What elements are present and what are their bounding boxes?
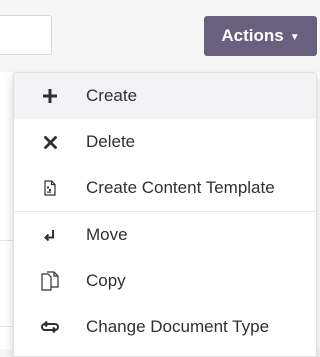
actions-button-label: Actions <box>221 26 284 45</box>
move-arrow-icon <box>14 212 86 258</box>
menu-item-change-document-type[interactable]: Change Document Type <box>14 304 316 350</box>
menu-item-label: Delete <box>86 132 136 151</box>
menu-item-copy[interactable]: Copy <box>14 258 316 304</box>
menu-item-create[interactable]: Create <box>14 73 316 119</box>
menu-item-move[interactable]: Move <box>14 212 316 258</box>
menu-item-label: Move <box>86 225 128 244</box>
menu-item-create-content-template[interactable]: Create Content Template <box>14 165 316 211</box>
actions-button[interactable]: Actions ▼ <box>204 16 317 56</box>
change-type-icon <box>14 304 86 350</box>
copy-icon <box>14 258 86 304</box>
menu-item-delete[interactable]: Delete <box>14 119 316 165</box>
menu-item-label: Create <box>86 86 138 105</box>
document-template-icon <box>14 165 86 211</box>
menu-item-label: Create Content Template <box>86 178 275 197</box>
x-icon <box>14 119 86 165</box>
plus-icon <box>14 73 86 119</box>
menu-item-label: Change Document Type <box>86 317 270 336</box>
actions-dropdown-menu: Create Delete Create Content Template Mo… <box>13 72 317 357</box>
caret-down-icon: ▼ <box>289 31 300 43</box>
search-input[interactable] <box>0 15 52 55</box>
top-bar: Actions ▼ <box>0 0 320 72</box>
menu-item-label: Copy <box>86 271 126 290</box>
